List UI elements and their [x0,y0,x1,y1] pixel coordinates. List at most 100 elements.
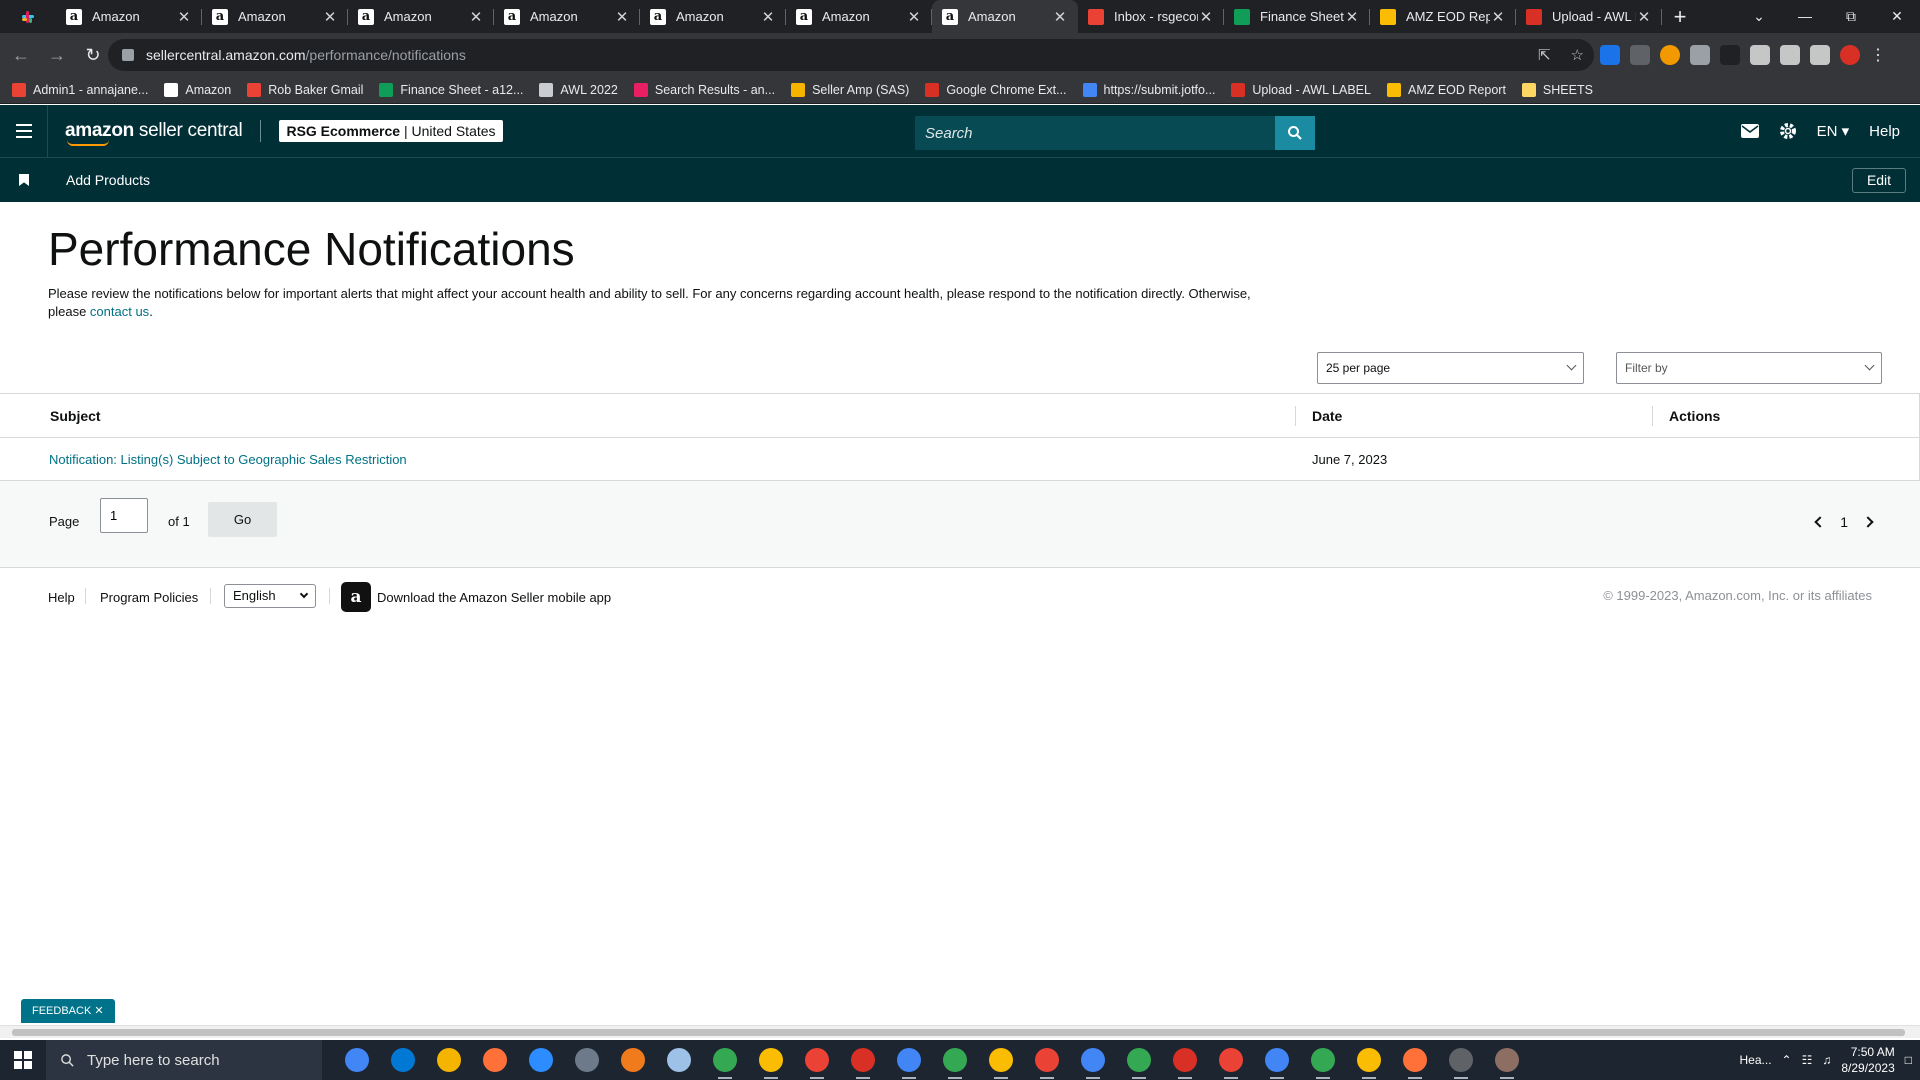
browser-tab[interactable]: Upload - AWL L ✕ [1516,0,1662,33]
taskbar-app-icon[interactable] [518,1040,564,1080]
bookmark-item[interactable]: https://submit.jotfo... [1082,83,1215,97]
tray-overflow-icon[interactable]: ⌃ [1782,1053,1792,1067]
help-link[interactable]: Help [1869,123,1900,140]
taskbar-app-icon[interactable] [978,1040,1024,1080]
close-tab-icon[interactable]: ✕ [176,8,192,26]
close-tab-icon[interactable]: ✕ [614,8,630,26]
seller-app-icon[interactable]: a [341,582,371,612]
per-page-select[interactable]: 25 per page [1317,352,1584,384]
slack-icon[interactable] [0,0,56,33]
close-tab-icon[interactable]: ✕ [468,8,484,26]
network-icon[interactable]: ☷ [1802,1053,1813,1067]
close-window-button[interactable]: ✕ [1874,0,1920,33]
bookmark-item[interactable]: AMZ EOD Report [1386,83,1506,97]
browser-tab[interactable]: a Amazon ✕ [494,0,640,33]
tab-search-icon[interactable]: ⌄ [1736,0,1782,33]
go-button[interactable]: Go [208,502,277,537]
taskbar-app-icon[interactable] [1346,1040,1392,1080]
bookmark-item[interactable]: SHEETS [1521,83,1593,97]
browser-tab[interactable]: a Amazon ✕ [348,0,494,33]
close-tab-icon[interactable]: ✕ [760,8,776,26]
page-number-input[interactable] [100,498,148,533]
store-switcher[interactable]: RSG Ecommerce | United States [279,120,503,142]
settings-gear-icon[interactable] [1779,122,1797,140]
search-button[interactable] [1275,116,1315,150]
weather-widget[interactable]: Hea... [1740,1053,1772,1067]
browser-tab[interactable]: a Amazon ✕ [202,0,348,33]
taskbar-app-icon[interactable] [748,1040,794,1080]
taskbar-app-icon[interactable] [794,1040,840,1080]
taskbar-app-icon[interactable] [610,1040,656,1080]
notification-subject-link[interactable]: Notification: Listing(s) Subject to Geog… [49,452,407,467]
browser-tab[interactable]: Finance Sheet - ✕ [1224,0,1370,33]
forward-icon[interactable]: → [42,40,72,70]
extensions-puzzle-icon[interactable] [1750,45,1770,65]
taskbar-app-icon[interactable] [1300,1040,1346,1080]
program-policies-link[interactable]: Program Policies [100,590,198,605]
taskbar-app-icon[interactable] [1070,1040,1116,1080]
lock-icon[interactable] [122,49,134,61]
taskbar-app-icon[interactable] [564,1040,610,1080]
footer-help-link[interactable]: Help [48,590,75,605]
browser-tab[interactable]: Inbox - rsgecom ✕ [1078,0,1224,33]
add-products-link[interactable]: Add Products [66,172,150,188]
taskbar-app-icon[interactable] [472,1040,518,1080]
extension-image-icon[interactable] [1690,45,1710,65]
new-tab-button[interactable]: + [1662,0,1698,33]
app-download-link[interactable]: Download the Amazon Seller mobile app [377,590,611,605]
browser-tab[interactable]: a Amazon ✕ [56,0,202,33]
volume-icon[interactable]: ♫ [1822,1053,1831,1067]
taskbar-app-icon[interactable] [426,1040,472,1080]
clock[interactable]: 7:50 AM 8/29/2023 [1841,1044,1894,1076]
close-tab-icon[interactable]: ✕ [1344,8,1360,26]
close-tab-icon[interactable]: ✕ [1636,8,1652,26]
browser-tab[interactable]: AMZ EOD Repo✕ [1370,0,1516,33]
close-tab-icon[interactable]: ✕ [1052,8,1068,26]
taskbar-app-icon[interactable] [1024,1040,1070,1080]
bookmark-item[interactable]: Google Chrome Ext... [925,83,1067,97]
taskbar-app-icon[interactable] [1208,1040,1254,1080]
contact-us-link[interactable]: contact us [90,304,149,319]
taskbar-search[interactable] [46,1040,322,1080]
browser-tab[interactable]: a Amazon ✕ [640,0,786,33]
taskbar-app-icon[interactable] [840,1040,886,1080]
filter-select[interactable]: Filter by [1616,352,1882,384]
download-icon[interactable] [1780,45,1800,65]
current-page-number[interactable]: 1 [1840,514,1848,530]
browser-tab[interactable]: a Amazon ✕ [786,0,932,33]
chrome-menu-icon[interactable]: ⋮ [1870,45,1886,65]
address-bar[interactable]: sellercentral.amazon.com/performance/not… [108,39,1594,71]
taskbar-app-icon[interactable] [656,1040,702,1080]
search-input[interactable] [915,116,1275,150]
close-tab-icon[interactable]: ✕ [906,8,922,26]
maximize-button[interactable]: ⧉ [1828,0,1874,33]
taskbar-app-icon[interactable] [886,1040,932,1080]
close-icon[interactable]: ✕ [94,1005,103,1017]
language-selector[interactable]: EN ▾ [1817,122,1850,140]
share-icon[interactable]: ⇱ [1538,46,1551,64]
taskbar-app-icon[interactable] [702,1040,748,1080]
extension-blue-icon[interactable] [1600,45,1620,65]
bookmark-item[interactable]: Search Results - an... [633,83,775,97]
horizontal-scrollbar[interactable] [0,1025,1920,1038]
extension-r-icon[interactable] [1720,45,1740,65]
browser-tab[interactable]: a Amazon ✕ [932,0,1078,33]
edit-button[interactable]: Edit [1852,168,1906,193]
taskbar-app-icon[interactable] [1438,1040,1484,1080]
seller-central-logo[interactable]: amazon seller central [65,120,243,146]
taskbar-app-icon[interactable] [380,1040,426,1080]
previous-page-icon[interactable] [1814,516,1826,528]
url-text[interactable]: sellercentral.amazon.com/performance/not… [146,47,466,63]
menu-icon[interactable] [0,105,48,157]
taskbar-app-icon[interactable] [932,1040,978,1080]
bookmark-item[interactable]: Amazon [164,83,231,97]
next-page-icon[interactable] [1862,516,1874,528]
taskbar-search-input[interactable] [87,1051,257,1069]
feedback-button[interactable]: FEEDBACK ✕ [21,999,115,1023]
windows-start-icon[interactable] [0,1040,46,1080]
taskbar-app-icon[interactable] [1254,1040,1300,1080]
notifications-icon[interactable]: □ [1905,1053,1912,1067]
profile-avatar[interactable] [1840,45,1860,65]
reload-icon[interactable]: ↻ [78,40,108,70]
mail-icon[interactable] [1740,124,1759,138]
